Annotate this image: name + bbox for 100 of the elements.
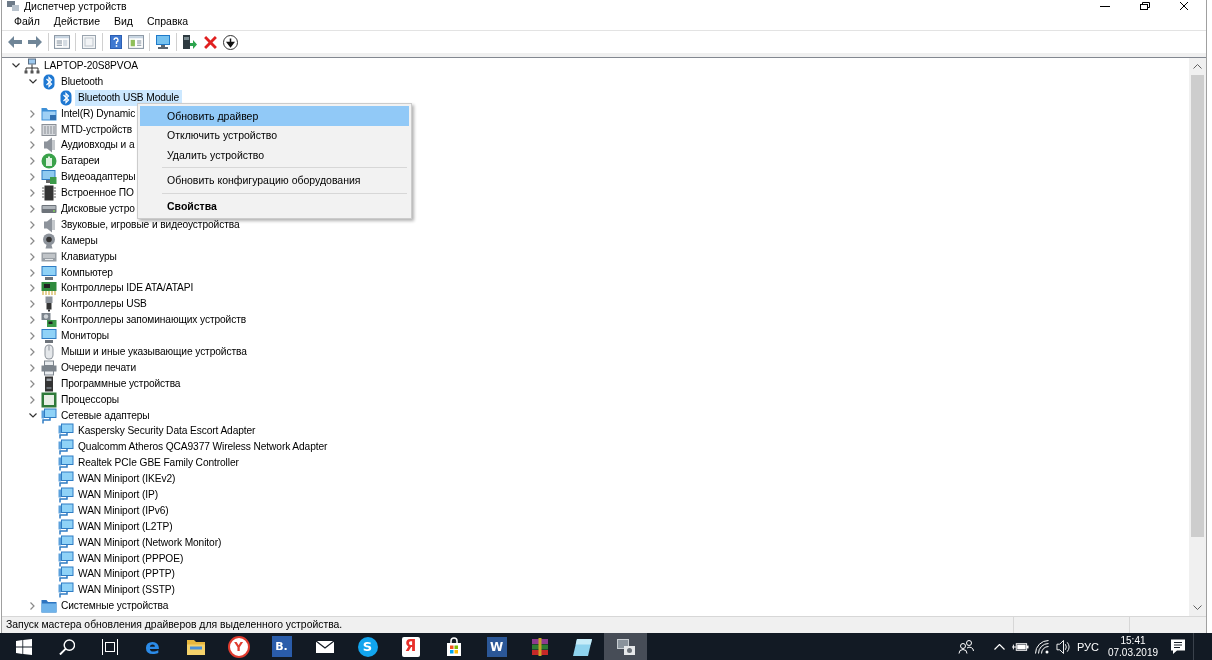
- tree-item[interactable]: Bluetooth: [58, 73, 107, 90]
- chevron-right-icon[interactable]: [30, 204, 35, 213]
- search-icon[interactable]: [58, 638, 75, 655]
- tree-item[interactable]: Камеры: [58, 232, 101, 249]
- taskbar-app-button[interactable]: [604, 633, 647, 660]
- tree-item[interactable]: Системные устройства: [58, 598, 172, 615]
- chevron-right-icon[interactable]: [30, 157, 35, 166]
- menubar-item[interactable]: Файл: [7, 12, 47, 30]
- tree-item[interactable]: Клавиатуры: [58, 248, 120, 265]
- tree-item[interactable]: Qualcomm Atheros QCA9377 Wireless Network Adapter: [75, 439, 331, 456]
- tree-item[interactable]: Kaspersky Security Data Escort Adapter: [75, 423, 259, 440]
- tree-item[interactable]: MTD-устройств: [58, 121, 136, 138]
- menu-item[interactable]: Обновить драйвер: [140, 106, 409, 126]
- minimize-icon[interactable]: [1100, 5, 1110, 7]
- chevron-down-icon[interactable]: [28, 79, 37, 85]
- tree-item[interactable]: Встроенное ПО: [58, 185, 137, 202]
- tree-item[interactable]: WAN Miniport (PPPOE): [75, 550, 187, 567]
- chevron-right-icon[interactable]: [30, 125, 35, 134]
- restore-icon[interactable]: [1140, 2, 1150, 10]
- menubar-item[interactable]: Действие: [46, 12, 107, 30]
- tree-item[interactable]: Realtek PCIe GBE Family Controller: [75, 455, 242, 472]
- notification-icon[interactable]: [1170, 639, 1186, 654]
- tree-item[interactable]: Компьютер: [58, 264, 116, 281]
- chevron-right-icon[interactable]: [30, 347, 35, 356]
- cross-icon[interactable]: [203, 35, 217, 49]
- down-arrow-circle-icon[interactable]: [222, 34, 238, 50]
- forward-arrow-icon[interactable]: [27, 35, 43, 49]
- tree-item[interactable]: Мониторы: [58, 328, 112, 345]
- tree-item[interactable]: Контроллеры USB: [58, 296, 150, 313]
- chevron-right-icon[interactable]: [30, 300, 35, 309]
- chevron-right-icon[interactable]: [30, 316, 35, 325]
- device-arrow-icon[interactable]: [183, 35, 197, 49]
- tree-item[interactable]: Контроллеры запоминающих устройств: [58, 312, 250, 329]
- menu-item[interactable]: Обновить конфигурацию оборудования: [140, 170, 409, 190]
- tree-item[interactable]: Процессоры: [58, 391, 122, 408]
- menu-item[interactable]: Удалить устройство: [140, 145, 409, 165]
- taskbar-app-button[interactable]: B.: [260, 633, 303, 660]
- tree-item[interactable]: Очереди печати: [58, 359, 140, 376]
- help-book-icon[interactable]: [110, 35, 122, 49]
- chevron-up-icon[interactable]: [993, 643, 1005, 650]
- monitor-icon[interactable]: [156, 35, 170, 49]
- chevron-right-icon[interactable]: [30, 363, 35, 372]
- tree-item[interactable]: Видеоадаптеры: [58, 169, 139, 186]
- tree-item[interactable]: WAN Miniport (SSTP): [75, 582, 178, 599]
- tree-item[interactable]: Дисковые устро: [58, 200, 138, 217]
- tree-item[interactable]: WAN Miniport (Network Monitor): [75, 534, 225, 551]
- taskbar-app-button[interactable]: e: [131, 633, 174, 660]
- back-arrow-icon[interactable]: [7, 35, 23, 49]
- menu-item[interactable]: Свойства: [140, 196, 409, 216]
- language-indicator[interactable]: РУС: [1073, 633, 1103, 660]
- chevron-right-icon[interactable]: [30, 220, 35, 229]
- chevron-right-icon[interactable]: [30, 141, 35, 150]
- chevron-right-icon[interactable]: [30, 379, 35, 388]
- chevron-right-icon[interactable]: [30, 284, 35, 293]
- speaker-icon: [41, 216, 57, 233]
- chevron-right-icon[interactable]: [30, 395, 35, 404]
- tree-item[interactable]: WAN Miniport (IKEv2): [75, 471, 179, 488]
- taskbar-app-button[interactable]: Я: [389, 633, 432, 660]
- taskbar-app-button[interactable]: Y: [217, 633, 260, 660]
- close-icon[interactable]: [1180, 2, 1188, 10]
- tree-item[interactable]: Контроллеры IDE ATA/ATAPI: [58, 280, 197, 297]
- menu-item[interactable]: Отключить устройство: [140, 125, 409, 145]
- tree-item[interactable]: Батареи: [58, 153, 103, 170]
- clock[interactable]: 15:41 07.03.2019: [1103, 633, 1163, 660]
- chevron-right-icon[interactable]: [30, 602, 35, 611]
- window-panel-icon[interactable]: [128, 35, 144, 49]
- tree-item[interactable]: Аудиовходы и а: [58, 137, 138, 154]
- tree-item[interactable]: Intel(R) Dynamic: [58, 105, 139, 122]
- chevron-right-icon[interactable]: [30, 252, 35, 261]
- tree-item[interactable]: WAN Miniport (IPv6): [75, 502, 172, 519]
- tree-item[interactable]: Bluetooth USB Module: [75, 89, 183, 106]
- windows-logo-icon[interactable]: [15, 638, 32, 655]
- wifi-icon[interactable]: [1035, 639, 1049, 654]
- chevron-right-icon[interactable]: [30, 109, 35, 118]
- tree-item[interactable]: WAN Miniport (IP): [75, 487, 161, 503]
- chevron-right-icon[interactable]: [30, 236, 35, 245]
- task-view-icon[interactable]: [101, 638, 118, 655]
- chevron-down-icon[interactable]: [28, 413, 37, 419]
- people-icon[interactable]: [958, 639, 974, 654]
- tree-item[interactable]: WAN Miniport (PPTP): [75, 566, 178, 583]
- chevron-down-icon[interactable]: [11, 63, 20, 69]
- tree-item[interactable]: Сетевые адаптеры: [58, 407, 153, 424]
- chevron-right-icon[interactable]: [30, 268, 35, 277]
- tree-item[interactable]: WAN Miniport (L2TP): [75, 518, 176, 535]
- monitor-icon: [41, 264, 57, 281]
- chevron-right-icon[interactable]: [30, 173, 35, 182]
- scrollbar-thumb[interactable]: [1191, 75, 1204, 537]
- list-window-icon[interactable]: [54, 35, 70, 49]
- chevron-right-icon[interactable]: [30, 332, 35, 341]
- menubar-item[interactable]: Вид: [107, 12, 140, 30]
- tree-item[interactable]: Звуковые, игровые и видеоустройства: [58, 216, 243, 233]
- tree-item[interactable]: Мыши и иные указывающие устройства: [58, 344, 250, 360]
- menubar-item[interactable]: Справка: [140, 12, 196, 30]
- taskbar-app-button[interactable]: W: [475, 633, 518, 660]
- network-adapter-icon: [58, 455, 74, 472]
- chevron-right-icon[interactable]: [30, 189, 35, 198]
- battery-plug-icon[interactable]: [1011, 641, 1029, 652]
- volume-icon[interactable]: [1055, 639, 1071, 654]
- tree-item[interactable]: Программные устройства: [58, 375, 184, 392]
- tree-item[interactable]: LAPTOP-20S8PVOA: [41, 58, 141, 74]
